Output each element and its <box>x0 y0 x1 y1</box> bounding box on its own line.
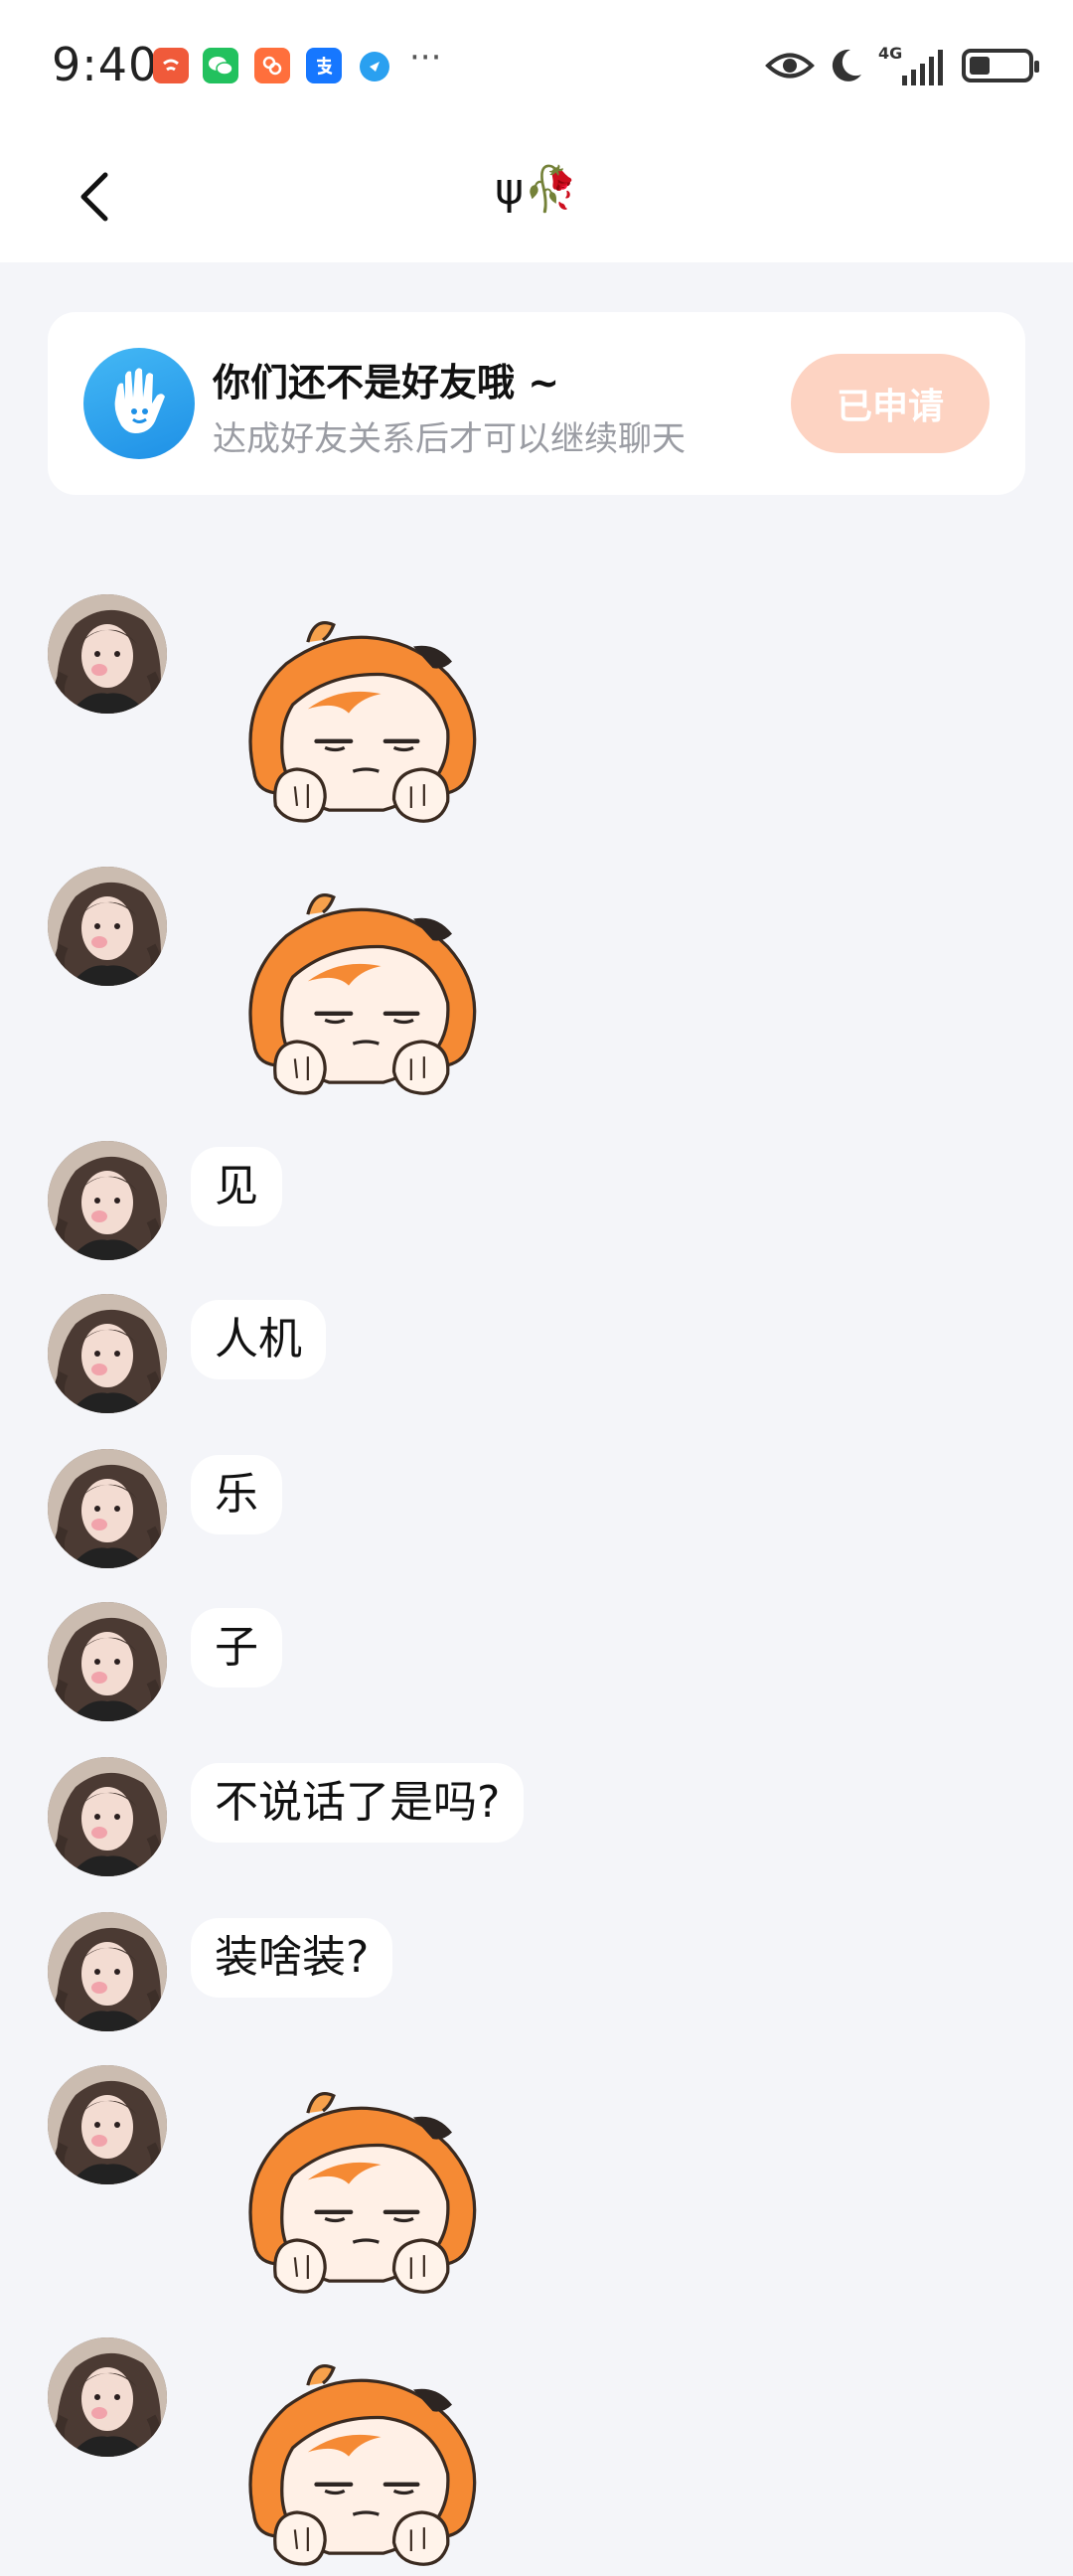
status-bar: 9:40 ··· 4G <box>0 0 1073 131</box>
chat-header: ψ🥀 <box>0 131 1073 262</box>
orange-bear-sticker[interactable] <box>232 2079 491 2298</box>
avatar-photo <box>48 1449 167 1568</box>
message-row: 乐 <box>48 1449 1025 1568</box>
taobao-app-icon <box>153 48 189 83</box>
notice-subtitle: 达成好友关系后才可以继续聊天 <box>213 419 686 459</box>
wechat-app-icon <box>203 48 238 83</box>
message-bubble[interactable]: 乐 <box>191 1455 282 1534</box>
sender-avatar[interactable] <box>48 1602 167 1721</box>
orange-bear-sticker[interactable] <box>232 2351 491 2570</box>
avatar-photo <box>48 1757 167 1876</box>
avatar-photo <box>48 1912 167 2031</box>
message-row: 人机 <box>48 1294 1025 1413</box>
sender-avatar[interactable] <box>48 1912 167 2031</box>
message-row: 见 <box>48 1141 1025 1260</box>
message-bubble[interactable]: 人机 <box>191 1300 326 1379</box>
eye-comfort-icon <box>765 53 815 79</box>
redbook-app-icon <box>254 48 290 83</box>
avatar-photo <box>48 1602 167 1721</box>
orange-bear-sticker[interactable] <box>232 608 491 827</box>
alipay-app-icon <box>306 48 342 83</box>
message-bubble[interactable]: 子 <box>191 1608 282 1688</box>
wave-hand-icon <box>83 348 195 459</box>
friend-request-notice: 你们还不是好友哦 ~ 达成好友关系后才可以继续聊天 已申请 <box>48 312 1025 495</box>
sender-avatar[interactable] <box>48 2337 167 2457</box>
avatar-photo <box>48 1294 167 1413</box>
sender-avatar[interactable] <box>48 1757 167 1876</box>
notice-title: 你们还不是好友哦 ~ <box>213 361 560 404</box>
network-type-label: 4G <box>878 44 903 63</box>
message-row: 子 <box>48 1602 1025 1721</box>
orange-bear-sticker[interactable] <box>232 881 491 1099</box>
message-row: 不说话了是吗? <box>48 1757 1025 1876</box>
signal-bars-icon <box>902 50 943 85</box>
message-bubble[interactable]: 见 <box>191 1147 282 1226</box>
sender-avatar[interactable] <box>48 594 167 714</box>
message-row <box>48 594 1025 833</box>
signal-strength: 4G <box>878 44 948 87</box>
chat-title: ψ🥀 <box>495 164 578 215</box>
message-bubble[interactable]: 装啥装? <box>191 1918 393 1998</box>
avatar-photo <box>48 2065 167 2184</box>
avatar-photo <box>48 594 167 714</box>
applied-button[interactable]: 已申请 <box>791 354 990 453</box>
status-indicators: 4G <box>765 44 1039 87</box>
sender-avatar[interactable] <box>48 1294 167 1413</box>
sender-avatar[interactable] <box>48 1141 167 1260</box>
do-not-disturb-moon-icon <box>832 49 861 81</box>
message-row <box>48 2337 1025 2576</box>
message-bubble[interactable]: 不说话了是吗? <box>191 1763 525 1843</box>
message-row: 装啥装? <box>48 1912 1025 2031</box>
avatar-photo <box>48 2337 167 2457</box>
avatar-photo <box>48 867 167 986</box>
avatar-photo <box>48 1141 167 1260</box>
sender-avatar[interactable] <box>48 2065 167 2184</box>
battery-level <box>970 57 990 75</box>
battery-icon <box>962 49 1039 82</box>
tool-app-icon <box>360 52 389 81</box>
message-row <box>48 867 1025 1105</box>
more-notifications-icon: ··· <box>409 38 442 78</box>
status-time: 9:40 <box>52 38 159 91</box>
message-row <box>48 2065 1025 2304</box>
sender-avatar[interactable] <box>48 1449 167 1568</box>
sender-avatar[interactable] <box>48 867 167 986</box>
